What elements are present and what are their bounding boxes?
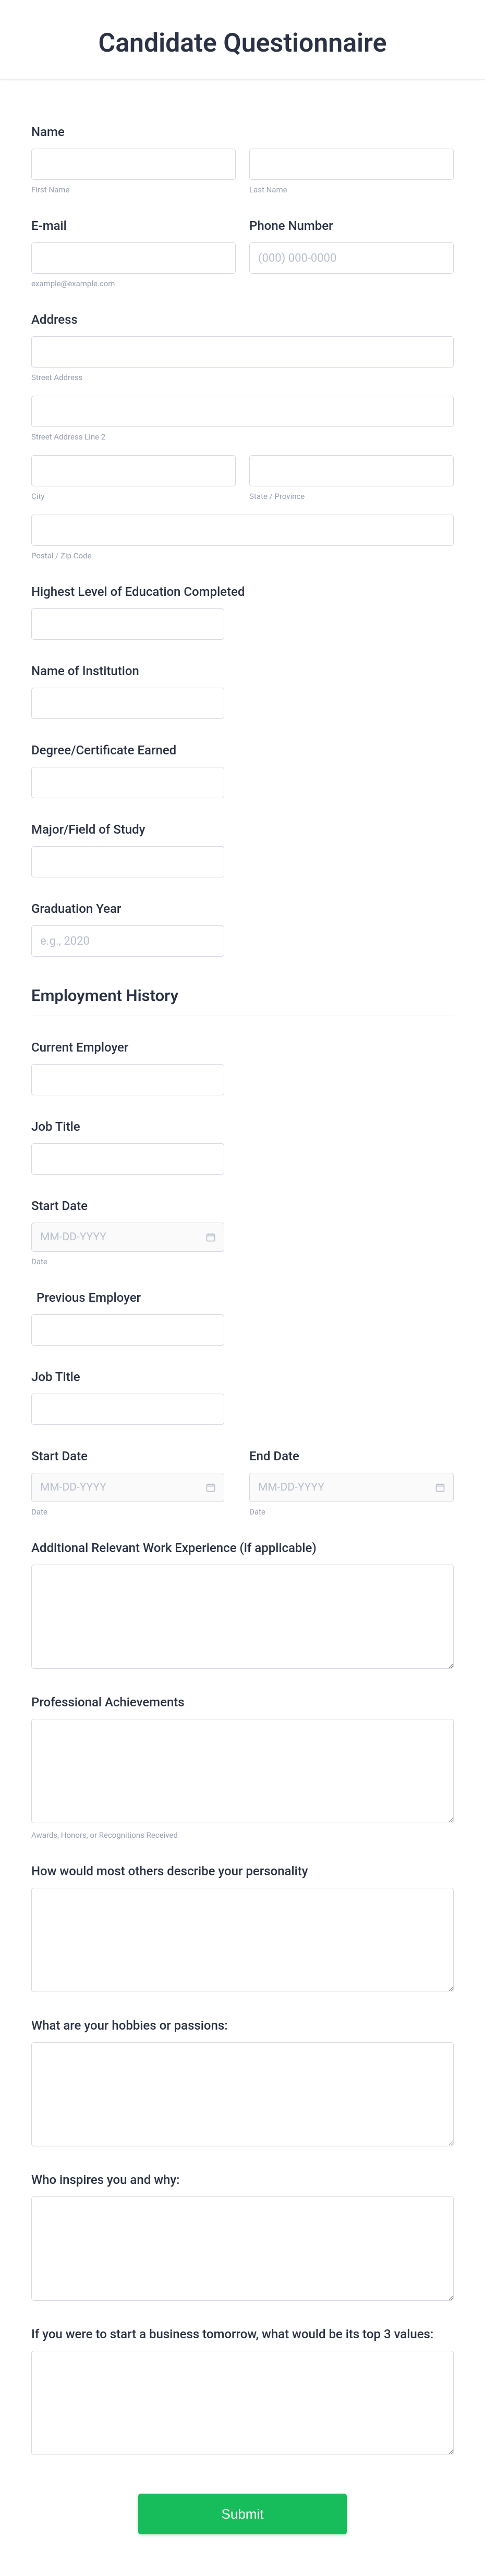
major-group: Major/Field of Study — [31, 822, 454, 877]
major-label: Major/Field of Study — [31, 822, 454, 837]
first-name-sublabel: First Name — [31, 185, 236, 194]
phone-label: Phone Number — [249, 218, 454, 233]
personality-group: How would most others describe your pers… — [31, 1864, 454, 1994]
email-sublabel: example@example.com — [31, 279, 236, 288]
grad-year-input[interactable] — [31, 925, 224, 957]
state-input[interactable] — [249, 455, 454, 486]
date-placeholder-text: MM-DD-YYYY — [40, 1231, 106, 1243]
inspires-label: Who inspires you and why: — [31, 2172, 454, 2187]
start-date-label-2: Start Date — [31, 1449, 236, 1463]
state-sublabel: State / Province — [249, 492, 454, 501]
form-body: Name First Name Last Name E-mail example… — [0, 80, 485, 2576]
hobbies-group: What are your hobbies or passions: — [31, 2018, 454, 2148]
achievements-group: Professional Achievements Awards, Honors… — [31, 1695, 454, 1840]
institution-input[interactable] — [31, 688, 224, 719]
job-title-input-2[interactable] — [31, 1394, 224, 1425]
submit-button[interactable]: Submit — [138, 2494, 347, 2534]
contact-group: E-mail example@example.com Phone Number — [31, 218, 454, 288]
email-input[interactable] — [31, 242, 236, 274]
postal-sublabel: Postal / Zip Code — [31, 551, 454, 560]
start-date-input-1[interactable]: MM-DD-YYYY — [31, 1223, 224, 1252]
additional-experience-group: Additional Relevant Work Experience (if … — [31, 1541, 454, 1671]
start-date-sub-1: Date — [31, 1257, 454, 1266]
additional-experience-label: Additional Relevant Work Experience (if … — [31, 1541, 454, 1555]
city-sublabel: City — [31, 492, 236, 501]
start-date-sub-2: Date — [31, 1507, 236, 1517]
grad-year-group: Graduation Year — [31, 901, 454, 957]
street-input[interactable] — [31, 336, 454, 368]
achievements-label: Professional Achievements — [31, 1695, 454, 1710]
form-header: Candidate Questionnaire — [0, 0, 485, 80]
hobbies-textarea[interactable] — [31, 2042, 454, 2146]
date-range-group: Start Date MM-DD-YYYY Date End Date MM-D… — [31, 1449, 454, 1517]
current-employer-group: Current Employer — [31, 1040, 454, 1095]
city-input[interactable] — [31, 455, 236, 486]
address-label: Address — [31, 312, 454, 327]
email-label: E-mail — [31, 218, 236, 233]
street-sublabel: Street Address — [31, 373, 454, 382]
institution-group: Name of Institution — [31, 664, 454, 719]
job-title-group-1: Job Title — [31, 1119, 454, 1175]
previous-employer-group: Previous Employer — [31, 1290, 454, 1346]
personality-label: How would most others describe your pers… — [31, 1864, 454, 1878]
education-level-group: Highest Level of Education Completed — [31, 584, 454, 640]
business-values-group: If you were to start a business tomorrow… — [31, 2327, 454, 2457]
business-values-label: If you were to start a business tomorrow… — [31, 2327, 454, 2341]
job-title-group-2: Job Title — [31, 1370, 454, 1425]
end-date-sub: Date — [249, 1507, 454, 1517]
employment-heading: Employment History — [31, 986, 454, 1016]
business-values-textarea[interactable] — [31, 2351, 454, 2455]
education-level-input[interactable] — [31, 608, 224, 640]
inspires-group: Who inspires you and why: — [31, 2172, 454, 2303]
end-date-input[interactable]: MM-DD-YYYY — [249, 1473, 454, 1502]
previous-employer-label: Previous Employer — [31, 1290, 454, 1305]
last-name-sublabel: Last Name — [249, 185, 454, 194]
achievements-sublabel: Awards, Honors, or Recognitions Received — [31, 1830, 454, 1840]
institution-label: Name of Institution — [31, 664, 454, 678]
degree-group: Degree/Certificate Earned — [31, 743, 454, 798]
job-title-label-2: Job Title — [31, 1370, 454, 1384]
degree-input[interactable] — [31, 767, 224, 798]
first-name-input[interactable] — [31, 149, 236, 180]
job-title-input-1[interactable] — [31, 1143, 224, 1175]
street2-sublabel: Street Address Line 2 — [31, 432, 454, 442]
grad-year-label: Graduation Year — [31, 901, 454, 916]
address-group: Address Street Address Street Address Li… — [31, 312, 454, 560]
date-placeholder-text: MM-DD-YYYY — [40, 1481, 106, 1494]
last-name-input[interactable] — [249, 149, 454, 180]
current-employer-input[interactable] — [31, 1064, 224, 1095]
achievements-textarea[interactable] — [31, 1719, 454, 1823]
current-employer-label: Current Employer — [31, 1040, 454, 1055]
start-date-input-2[interactable]: MM-DD-YYYY — [31, 1473, 224, 1502]
education-level-label: Highest Level of Education Completed — [31, 584, 454, 599]
street2-input[interactable] — [31, 396, 454, 427]
degree-label: Degree/Certificate Earned — [31, 743, 454, 758]
major-input[interactable] — [31, 846, 224, 877]
phone-input[interactable] — [249, 242, 454, 274]
additional-experience-textarea[interactable] — [31, 1565, 454, 1669]
date-placeholder-text: MM-DD-YYYY — [258, 1481, 324, 1494]
previous-employer-input[interactable] — [31, 1314, 224, 1346]
job-title-label-1: Job Title — [31, 1119, 454, 1134]
start-date-group-1: Start Date MM-DD-YYYY Date — [31, 1199, 454, 1266]
postal-input[interactable] — [31, 515, 454, 546]
name-group: Name First Name Last Name — [31, 125, 454, 194]
end-date-label: End Date — [249, 1449, 454, 1463]
personality-textarea[interactable] — [31, 1888, 454, 1992]
inspires-textarea[interactable] — [31, 2196, 454, 2301]
hobbies-label: What are your hobbies or passions: — [31, 2018, 454, 2033]
page-title: Candidate Questionnaire — [0, 28, 485, 58]
start-date-label-1: Start Date — [31, 1199, 454, 1213]
name-label: Name — [31, 125, 454, 139]
